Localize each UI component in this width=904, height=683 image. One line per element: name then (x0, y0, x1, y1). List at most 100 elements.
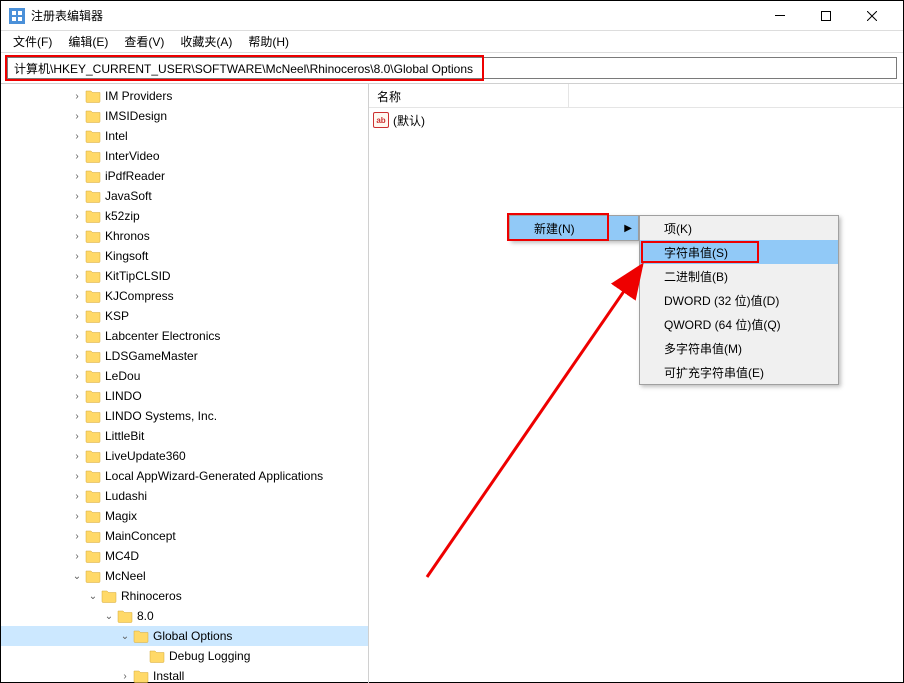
folder-icon (85, 289, 101, 303)
folder-icon (85, 229, 101, 243)
ctx-binary[interactable]: 二进制值(B) (640, 264, 838, 288)
chevron-right-icon[interactable]: › (69, 491, 85, 502)
menu-edit[interactable]: 编辑(E) (60, 31, 116, 52)
folder-icon (85, 569, 101, 583)
chevron-right-icon[interactable]: › (69, 391, 85, 402)
menu-view[interactable]: 查看(V) (116, 31, 172, 52)
chevron-down-icon[interactable]: ⌄ (85, 591, 101, 602)
folder-icon (85, 429, 101, 443)
column-name[interactable]: 名称 (369, 84, 569, 107)
tree-label: JavaSoft (105, 189, 152, 203)
tree-label: KJCompress (105, 289, 174, 303)
tree-label: Magix (105, 509, 137, 523)
context-menu-submenu[interactable]: 项(K) 字符串值(S) 二进制值(B) DWORD (32 位)值(D) QW… (639, 215, 839, 385)
chevron-right-icon[interactable]: › (69, 431, 85, 442)
chevron-right-icon[interactable]: › (117, 671, 133, 682)
tree-label: LeDou (105, 369, 140, 383)
chevron-right-icon[interactable]: › (69, 331, 85, 342)
tree-node[interactable]: › Labcenter Electronics (1, 326, 368, 346)
chevron-right-icon[interactable]: › (69, 231, 85, 242)
tree-node[interactable]: ›IMSIDesign (1, 106, 368, 126)
tree-node[interactable]: ›iPdfReader (1, 166, 368, 186)
tree-node[interactable]: ›Intel (1, 126, 368, 146)
minimize-button[interactable] (757, 1, 803, 31)
tree-node[interactable]: › Local AppWizard-Generated Applications (1, 466, 368, 486)
tree-node[interactable]: ›LittleBit (1, 426, 368, 446)
tree-node[interactable]: ⌄McNeel (1, 566, 368, 586)
tree-node[interactable]: › LiveUpdate360 (1, 446, 368, 466)
tree-node[interactable]: ⌄8.0 (1, 606, 368, 626)
menu-favorites[interactable]: 收藏夹(A) (172, 31, 240, 52)
tree-label: Labcenter Electronics (105, 329, 220, 343)
folder-icon (149, 649, 165, 663)
tree-node[interactable]: ›LDSGameMaster (1, 346, 368, 366)
value-row-default[interactable]: ab (默认) (369, 110, 903, 130)
tree-node[interactable]: › Magix (1, 506, 368, 526)
tree-node[interactable]: ›LINDO Systems, Inc. (1, 406, 368, 426)
chevron-right-icon[interactable]: › (69, 471, 85, 482)
chevron-right-icon[interactable]: › (69, 91, 85, 102)
chevron-right-icon[interactable]: › (69, 411, 85, 422)
tree-label: KSP (105, 309, 129, 323)
address-input[interactable] (7, 57, 897, 79)
folder-icon (85, 129, 101, 143)
tree-node[interactable]: ›Khronos (1, 226, 368, 246)
tree-node[interactable]: ›k52zip (1, 206, 368, 226)
folder-icon (85, 269, 101, 283)
tree-node[interactable]: ›LINDO (1, 386, 368, 406)
maximize-button[interactable] (803, 1, 849, 31)
ctx-key[interactable]: 项(K) (640, 216, 838, 240)
tree-node[interactable]: Debug Logging (1, 646, 368, 666)
tree-node[interactable]: › JavaSoft (1, 186, 368, 206)
tree-label: Local AppWizard-Generated Applications (105, 469, 323, 483)
chevron-down-icon[interactable]: ⌄ (117, 631, 133, 642)
folder-icon (85, 309, 101, 323)
tree-node[interactable]: ›Ludashi (1, 486, 368, 506)
chevron-right-icon[interactable]: › (69, 451, 85, 462)
chevron-right-icon[interactable]: › (69, 371, 85, 382)
tree-node[interactable]: ›MC4D (1, 546, 368, 566)
chevron-down-icon[interactable]: ⌄ (101, 611, 117, 622)
chevron-right-icon[interactable]: › (69, 211, 85, 222)
registry-tree[interactable]: ›IM Providers›IMSIDesign›Intel›InterVide… (1, 84, 368, 683)
tree-node[interactable]: › KJCompress (1, 286, 368, 306)
chevron-right-icon[interactable]: › (69, 531, 85, 542)
chevron-right-icon[interactable]: › (69, 271, 85, 282)
tree-node[interactable]: ⌄Rhinoceros (1, 586, 368, 606)
window-title: 注册表编辑器 (31, 7, 757, 24)
chevron-right-icon[interactable]: › (69, 511, 85, 522)
tree-node[interactable]: ›Install (1, 666, 368, 683)
ctx-qword[interactable]: QWORD (64 位)值(Q) (640, 312, 838, 336)
ctx-new[interactable]: 新建(N) ▶ (510, 216, 638, 240)
tree-node[interactable]: › MainConcept (1, 526, 368, 546)
menu-help[interactable]: 帮助(H) (240, 31, 297, 52)
tree-label: MainConcept (105, 529, 176, 543)
chevron-right-icon[interactable]: › (69, 311, 85, 322)
chevron-right-icon[interactable]: › (69, 351, 85, 362)
chevron-right-icon[interactable]: › (69, 251, 85, 262)
ctx-multistr[interactable]: 多字符串值(M) (640, 336, 838, 360)
tree-node[interactable]: › KSP (1, 306, 368, 326)
tree-node[interactable]: ⌄Global Options (1, 626, 368, 646)
chevron-right-icon[interactable]: › (69, 151, 85, 162)
chevron-right-icon[interactable]: › (69, 111, 85, 122)
context-menu-primary[interactable]: 新建(N) ▶ (509, 215, 639, 241)
ctx-dword[interactable]: DWORD (32 位)值(D) (640, 288, 838, 312)
ctx-string[interactable]: 字符串值(S) (640, 240, 838, 264)
tree-node[interactable]: ›KitTipCLSID (1, 266, 368, 286)
tree-node[interactable]: ›Kingsoft (1, 246, 368, 266)
tree-label: LiveUpdate360 (105, 449, 186, 463)
tree-node[interactable]: › LeDou (1, 366, 368, 386)
chevron-right-icon[interactable]: › (69, 171, 85, 182)
tree-node[interactable]: ›InterVideo (1, 146, 368, 166)
ctx-exstr[interactable]: 可扩充字符串值(E) (640, 360, 838, 384)
folder-icon (85, 389, 101, 403)
chevron-right-icon[interactable]: › (69, 551, 85, 562)
chevron-right-icon[interactable]: › (69, 191, 85, 202)
menu-file[interactable]: 文件(F) (5, 31, 60, 52)
tree-node[interactable]: ›IM Providers (1, 86, 368, 106)
chevron-down-icon[interactable]: ⌄ (69, 571, 85, 582)
chevron-right-icon[interactable]: › (69, 291, 85, 302)
close-button[interactable] (849, 1, 895, 31)
chevron-right-icon[interactable]: › (69, 131, 85, 142)
